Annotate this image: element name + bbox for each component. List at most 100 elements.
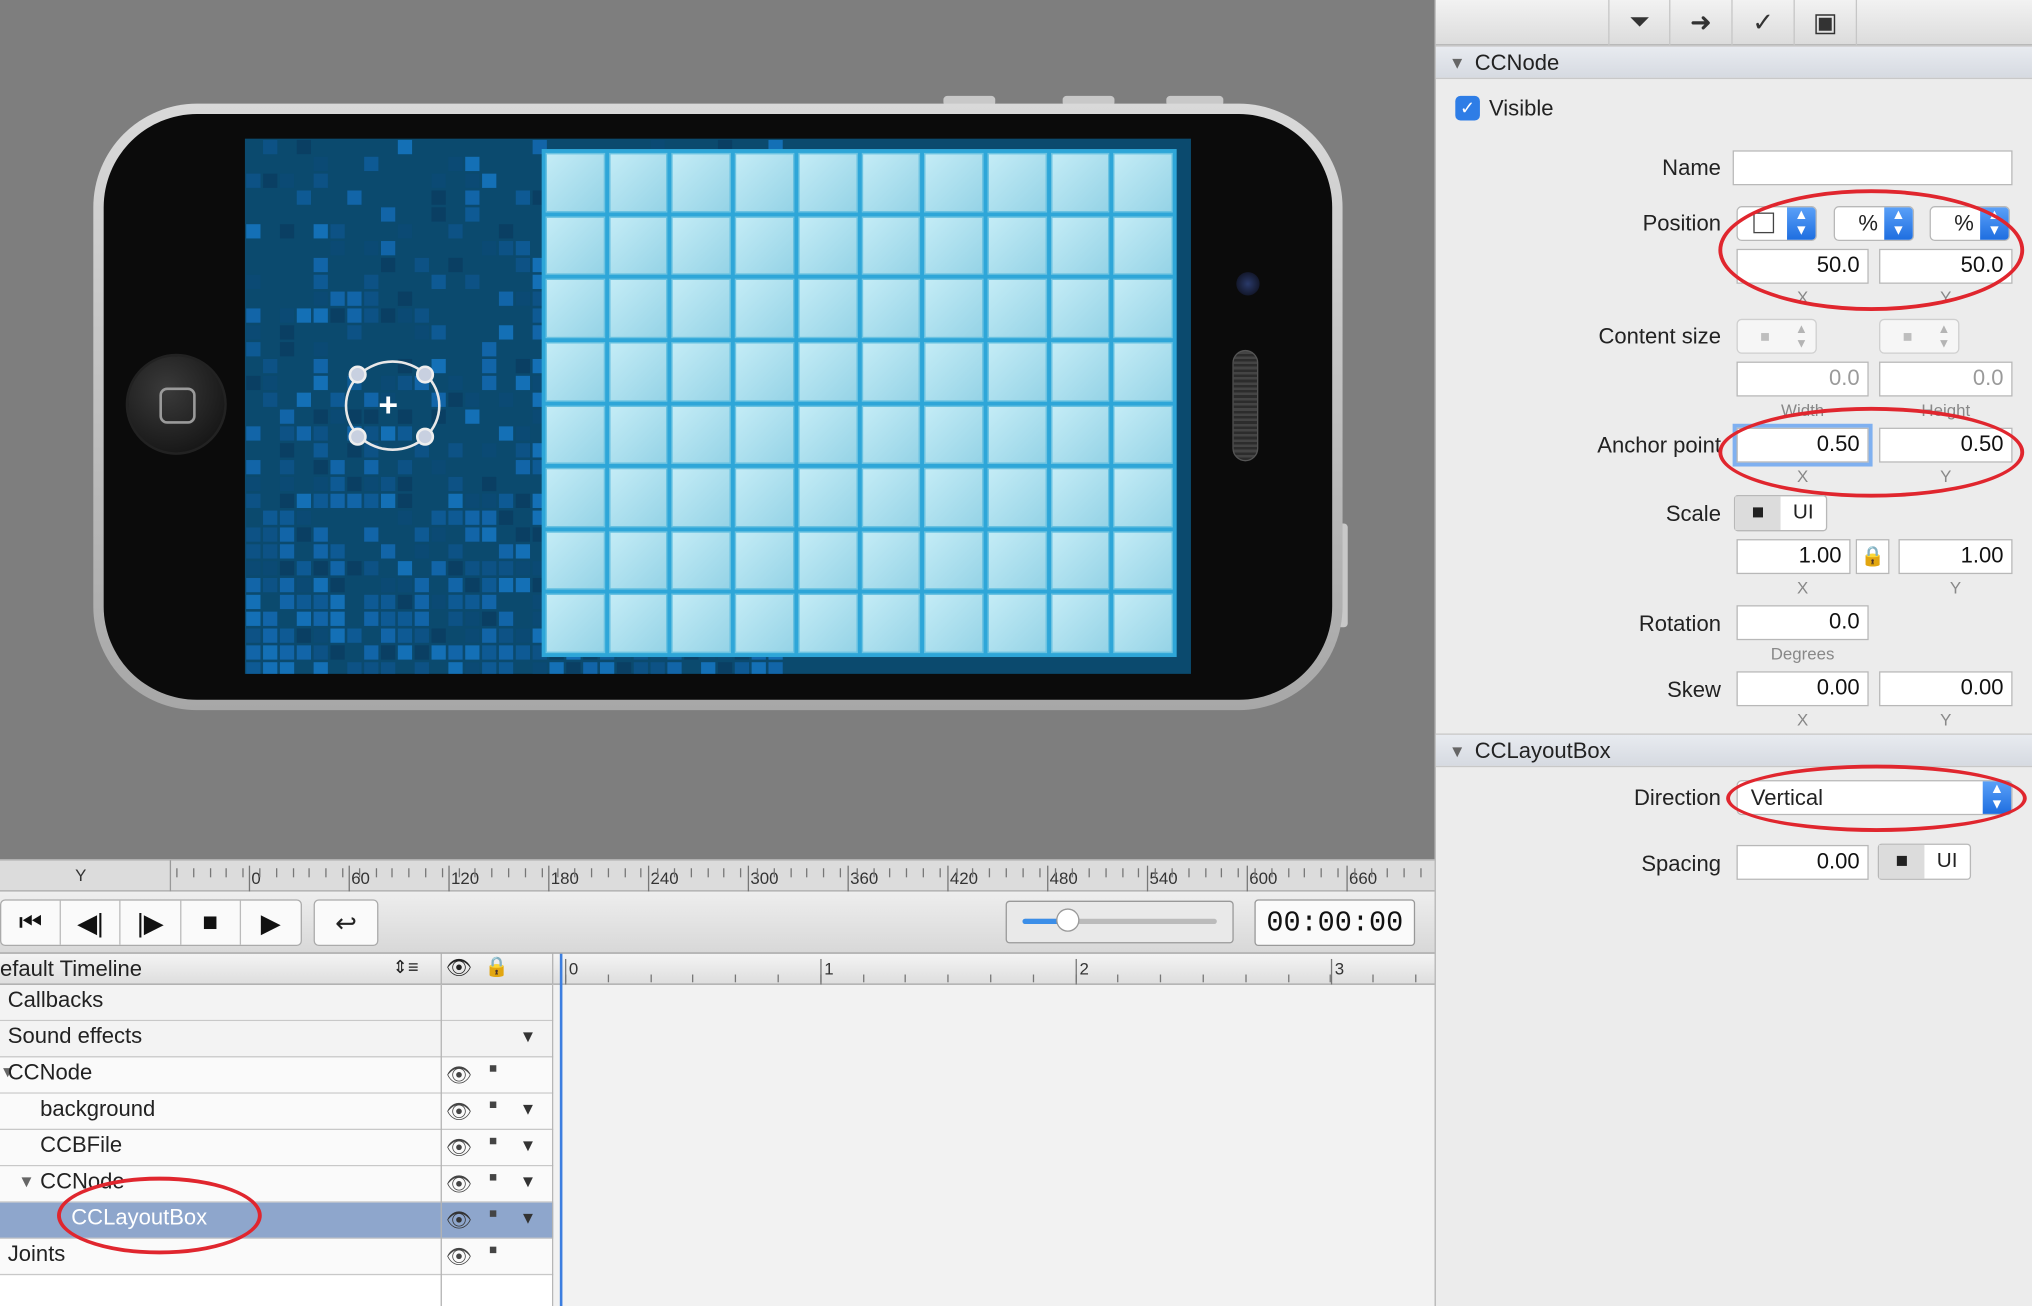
slider-knob[interactable] (1056, 908, 1080, 932)
ruler-minor-tick (590, 868, 593, 878)
pixel-block (246, 325, 261, 340)
ruler-minor-tick (1138, 868, 1140, 878)
pixel-block (313, 611, 328, 626)
pixel-block (448, 645, 463, 660)
name-field[interactable] (1732, 150, 2013, 186)
row-label: CCNode (7, 1060, 93, 1085)
scale-mode-point[interactable]: ■ (1735, 496, 1781, 531)
expand-keyframes-icon[interactable]: ▼ (520, 1171, 537, 1190)
step-forward-button[interactable]: |▶︎ (121, 900, 181, 945)
lock-toggle[interactable] (489, 1065, 497, 1072)
spacing-type-toggle[interactable]: ■ UI (1877, 843, 1972, 880)
pixel-block (313, 662, 328, 674)
rotation-field[interactable]: 0.0 (1736, 605, 1869, 641)
pixel-block (313, 594, 328, 610)
pixel-block (279, 224, 295, 239)
spacing-field[interactable]: 0.00 (1736, 844, 1869, 880)
eye-icon[interactable]: 👁 (446, 1208, 472, 1234)
expand-keyframes-icon[interactable]: ▼ (520, 1208, 537, 1227)
scale-y-field[interactable]: 1.00 (1898, 539, 2013, 575)
timeline-minor-tick (777, 974, 779, 983)
eye-icon[interactable]: 👁 (446, 1135, 472, 1161)
content-width-unit-popup[interactable]: ▲ ▼ (1736, 318, 1817, 354)
eye-icon[interactable]: 👁 (446, 1244, 472, 1270)
timeline-transport-bar: ⏮ ◀︎| |▶︎ ■ ▶ ↩ 00:00:00 (0, 891, 1435, 954)
scale-type-toggle[interactable]: ■ UI (1733, 495, 1828, 532)
timeline-tick-label: 1 (824, 958, 834, 979)
expand-keyframes-icon[interactable]: ▼ (520, 1026, 537, 1045)
skip-to-start-button[interactable]: ⏮ (1, 900, 62, 945)
plug-icon[interactable]: ⏷ (1608, 0, 1671, 46)
expand-keyframes-icon[interactable]: ▼ (520, 1135, 537, 1154)
content-height-field: 0.0 (1879, 361, 2013, 397)
pixel-block (414, 645, 429, 660)
scale-x-field[interactable]: 1.00 (1736, 539, 1851, 575)
visible-checkbox[interactable]: ✓ (1455, 95, 1480, 121)
spacing-mode-ui[interactable]: UI (1924, 845, 1969, 879)
pixel-block (431, 561, 446, 576)
content-height-unit-popup[interactable]: ▲ ▼ (1879, 318, 1960, 354)
skew-y-field[interactable]: 0.00 (1879, 671, 2013, 707)
timeline-minor-tick (735, 974, 737, 983)
ccbfile-tile-grid[interactable] (541, 149, 1177, 658)
pixel-block (448, 662, 463, 674)
grid-tile (545, 594, 605, 654)
pixel-block (465, 493, 480, 508)
step-back-button[interactable]: ◀︎| (61, 900, 122, 945)
timeline-minor-tick (905, 974, 907, 983)
section-header-ccnode[interactable]: ▼ CCNode (1435, 45, 2032, 80)
timeline-selector[interactable]: efault Timeline (0, 954, 441, 985)
timeline-ruler[interactable]: 0 1 2 3 (562, 954, 1434, 985)
playhead[interactable] (559, 953, 563, 1306)
eye-icon[interactable]: 👁 (446, 1063, 472, 1089)
timeline-menu-icon[interactable]: ⇕≡ (393, 956, 419, 978)
expand-keyframes-icon[interactable]: ▼ (520, 1099, 537, 1118)
play-button[interactable]: ▶ (241, 901, 301, 945)
lock-toggle[interactable] (489, 1174, 497, 1181)
pixel-block (330, 611, 345, 626)
pixel-block (515, 561, 531, 576)
gizmo-handle[interactable] (348, 365, 367, 384)
x-caption: X (1796, 577, 1809, 598)
spacing-mode-point[interactable]: ■ (1879, 844, 1925, 879)
pixel-block (515, 358, 531, 374)
pixel-block (465, 190, 480, 205)
pixel-block (515, 628, 531, 643)
arrow-circle-icon[interactable]: ➜ (1670, 0, 1733, 46)
skew-x-field[interactable]: 0.00 (1736, 671, 1869, 707)
pixel-block (364, 594, 379, 610)
section-header-cclayoutbox[interactable]: ▼ CCLayoutBox (1435, 733, 2032, 768)
loop-button[interactable]: ↩ (313, 899, 379, 947)
gizmo-handle[interactable] (415, 365, 435, 384)
pixel-block (330, 291, 345, 306)
pixel-block (279, 426, 295, 441)
pixel-block (498, 561, 514, 576)
lock-toggle[interactable] (489, 1101, 497, 1108)
eye-icon[interactable]: 👁 (446, 1171, 472, 1197)
pixel-block (330, 392, 345, 407)
lock-toggle[interactable] (489, 1246, 497, 1254)
scene-canvas[interactable]: + (0, 0, 1435, 860)
pixel-block (313, 156, 328, 172)
physics-icon[interactable]: ✓ (1733, 0, 1795, 46)
timeline-zoom-slider[interactable] (1005, 900, 1234, 944)
pixel-block (431, 594, 446, 610)
ruler-minor-tick (1105, 868, 1107, 878)
disclosure-triangle-icon[interactable]: ▼ (18, 1171, 35, 1190)
lock-toggle[interactable] (489, 1137, 497, 1145)
eye-icon[interactable]: 👁 (446, 1099, 472, 1125)
scale-lock-button[interactable]: 🔒 (1855, 539, 1890, 575)
gizmo-handle[interactable] (348, 427, 367, 446)
keyframe-area[interactable] (553, 984, 1435, 1306)
ruler-minor-tick (176, 868, 178, 878)
stop-button[interactable]: ■ (181, 900, 241, 945)
layers-icon[interactable]: ▣ (1795, 0, 1858, 46)
lock-toggle[interactable] (489, 1210, 497, 1217)
ruler-major-tick (647, 865, 650, 892)
pixel-block (498, 291, 514, 306)
pixel-block (296, 493, 312, 508)
gizmo-handle[interactable] (415, 427, 435, 446)
scale-mode-ui[interactable]: UI (1781, 496, 1826, 530)
pixel-block (482, 645, 497, 660)
pixel-block (364, 476, 379, 492)
